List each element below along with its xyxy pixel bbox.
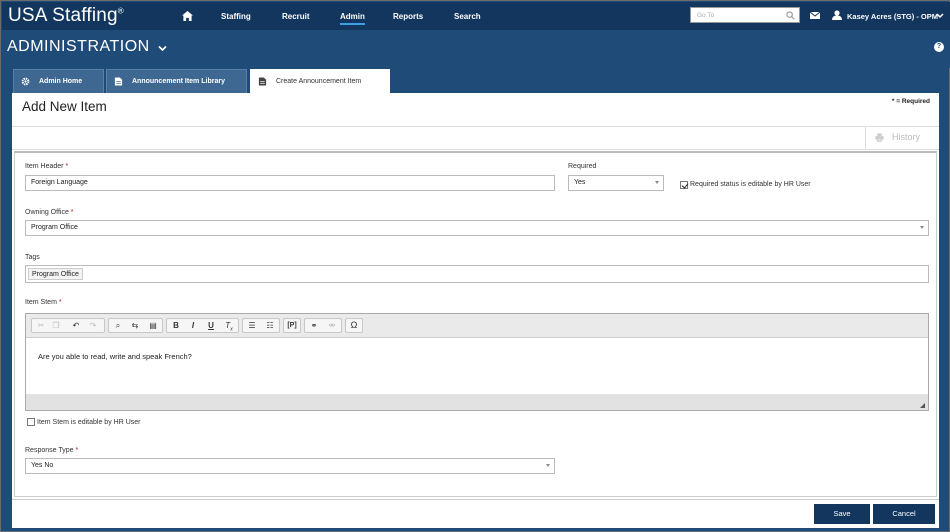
top-nav: USA Staffing® Staffing Recruit Admin Rep… (2, 2, 950, 30)
required-select[interactable]: Yes (568, 175, 664, 191)
item-stem-editable-label: Item Stem is editable by HR User (37, 419, 141, 426)
remove-format-icon[interactable]: Tx (222, 319, 236, 333)
rich-text-editor: ✂ ❐ ↶ ↷ ⌕ ⇆ ▤ B I U Tx ☰ ☷ [P] ⚭ ⚮ Ω Are… (25, 313, 929, 411)
replace-icon[interactable]: ⇆ (128, 319, 142, 332)
nav-staffing[interactable]: Staffing (221, 12, 251, 21)
required-editable-checkbox[interactable] (680, 181, 688, 189)
cancel-button[interactable]: Cancel (873, 504, 935, 524)
history-bar: History (12, 126, 939, 150)
unlink-icon[interactable]: ⚮ (325, 319, 339, 332)
page-title: Add New Item (22, 99, 107, 114)
nav-reports[interactable]: Reports (393, 12, 423, 21)
dropdown-arrow-icon (546, 464, 550, 467)
chevron-down-icon[interactable] (158, 45, 167, 52)
bold-icon[interactable]: B (169, 319, 183, 332)
document-icon (114, 77, 123, 86)
usa-staffing-logo[interactable]: USA Staffing® (8, 5, 124, 27)
goto-input[interactable]: Go To (690, 7, 800, 23)
user-icon (832, 10, 842, 20)
mail-icon[interactable] (810, 12, 820, 19)
gear-icon (21, 77, 30, 86)
required-editable-label: Required status is editable by HR User (690, 181, 811, 188)
save-button[interactable]: Save (814, 504, 870, 524)
tab-label: Admin Home (39, 78, 83, 85)
redo-icon[interactable]: ↷ (86, 319, 100, 332)
undo-icon[interactable]: ↶ (69, 319, 83, 332)
help-icon[interactable]: ? (934, 42, 944, 52)
dropdown-arrow-icon (920, 226, 924, 229)
section-bar: ADMINISTRATION ? (2, 30, 950, 68)
tab-admin-home[interactable]: Admin Home (13, 69, 104, 93)
cut-icon[interactable]: ✂ (34, 319, 48, 332)
required-label: Required (568, 163, 597, 170)
form-footer: Save Cancel (12, 499, 939, 528)
item-header-label: Item Header * (25, 163, 69, 170)
response-type-label: Response Type * (25, 447, 79, 454)
tab-label: Announcement Item Library (132, 78, 225, 85)
editor-content[interactable]: Are you able to read, write and speak Fr… (26, 338, 928, 394)
numbered-list-icon[interactable]: ☰ (245, 319, 259, 332)
find-icon[interactable]: ⌕ (111, 319, 125, 332)
chevron-down-icon[interactable] (936, 12, 944, 19)
document-icon (258, 77, 267, 86)
tag-chip[interactable]: Program Office (28, 268, 83, 280)
tags-input[interactable]: Program Office (25, 265, 929, 283)
required-note: * = Required (891, 98, 930, 105)
form-area: Item Header * Foreign Language Required … (14, 151, 937, 497)
link-icon[interactable]: ⚭ (307, 319, 321, 332)
toolbar-group-find: ⌕ ⇆ ▤ (108, 318, 163, 333)
response-type-select[interactable]: Yes No (25, 458, 555, 474)
user-name[interactable]: Kasey Acres (STG) - OPM (847, 12, 938, 21)
toolbar-group-paragraph: [P] (283, 318, 301, 333)
printer-icon (875, 133, 884, 142)
editor-toolbar: ✂ ❐ ↶ ↷ ⌕ ⇆ ▤ B I U Tx ☰ ☷ [P] ⚭ ⚮ Ω (26, 314, 928, 338)
underline-icon[interactable]: U (204, 319, 218, 332)
italic-icon[interactable]: I (186, 319, 200, 332)
nav-recruit[interactable]: Recruit (282, 12, 310, 21)
dropdown-arrow-icon (655, 181, 659, 184)
item-header-input[interactable]: Foreign Language (25, 175, 555, 191)
resize-handle-icon[interactable] (920, 403, 925, 408)
toolbar-group-edit: ✂ ❐ ↶ ↷ (31, 318, 105, 333)
item-stem-label: Item Stem * (25, 299, 62, 306)
select-all-icon[interactable]: ▤ (146, 319, 160, 332)
tab-label: Create Announcement Item (276, 78, 362, 85)
toolbar-group-format: B I U Tx (166, 318, 239, 333)
toolbar-group-lists: ☰ ☷ (242, 318, 280, 333)
special-character-icon[interactable]: Ω (347, 319, 361, 332)
tab-create-announcement-item[interactable]: Create Announcement Item (250, 69, 390, 93)
home-icon[interactable] (182, 11, 193, 21)
toolbar-group-links: ⚭ ⚮ (304, 318, 342, 333)
history-button[interactable]: History (865, 127, 939, 149)
tab-announcement-item-library[interactable]: Announcement Item Library (106, 69, 247, 93)
app-window: USA Staffing® Staffing Recruit Admin Rep… (0, 0, 950, 532)
nav-admin[interactable]: Admin (340, 12, 365, 25)
section-title[interactable]: ADMINISTRATION (7, 38, 150, 56)
copy-icon[interactable]: ❐ (49, 319, 63, 332)
nav-search[interactable]: Search (454, 12, 481, 21)
paragraph-icon[interactable]: [P] (285, 319, 299, 332)
owning-office-label: Owning Office * (25, 209, 74, 216)
bulleted-list-icon[interactable]: ☷ (263, 319, 277, 332)
editor-status-bar (26, 394, 928, 410)
toolbar-group-special: Ω (345, 318, 363, 333)
tags-label: Tags (25, 254, 40, 261)
owning-office-select[interactable]: Program Office (25, 220, 929, 236)
search-icon[interactable] (786, 11, 795, 20)
main-panel: Add New Item * = Required History Item H… (12, 93, 939, 528)
item-stem-editable-checkbox[interactable] (27, 418, 35, 426)
